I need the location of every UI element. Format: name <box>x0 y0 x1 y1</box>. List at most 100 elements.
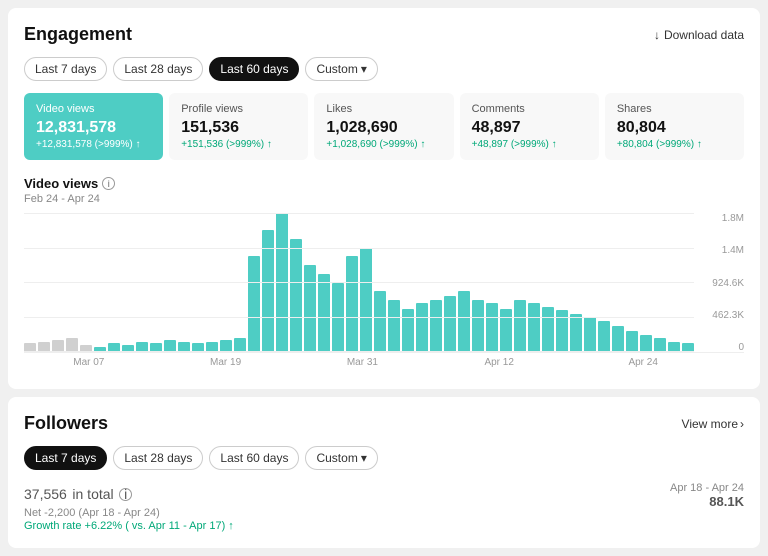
chart-title: Video views i <box>24 176 744 191</box>
chart-bar <box>640 335 652 352</box>
chart-bar <box>304 265 316 352</box>
filter-custom[interactable]: Custom ▾ <box>305 57 377 81</box>
y-label: 1.4M <box>699 245 744 256</box>
y-label: 462.3K <box>699 310 744 321</box>
metric-profile-views-change: +151,536 (>999%) ↑ <box>181 139 296 150</box>
chart-bar <box>38 342 50 352</box>
chart-bar <box>416 303 428 352</box>
chevron-right-icon: › <box>740 417 744 431</box>
chart-bar <box>584 317 596 352</box>
grid-line <box>24 282 694 283</box>
chevron-down-icon: ▾ <box>361 62 367 76</box>
x-label: Mar 07 <box>73 357 104 368</box>
chart-bar <box>500 309 512 352</box>
metric-shares-change: +80,804 (>999%) ↑ <box>617 139 732 150</box>
followers-header: Followers View more › <box>24 413 744 434</box>
metric-comments-change: +48,897 (>999%) ↑ <box>472 139 587 150</box>
engagement-title: Engagement <box>24 24 132 45</box>
metric-video-views-label: Video views <box>36 103 151 115</box>
followers-filter-7d[interactable]: Last 7 days <box>24 446 107 470</box>
metric-profile-views-value: 151,536 <box>181 119 296 137</box>
chart-bar <box>192 343 204 352</box>
chart-bar <box>570 314 582 352</box>
followers-filter-custom[interactable]: Custom ▾ <box>305 446 377 470</box>
engagement-chart: Mar 07Mar 19Mar 31Apr 12Apr 24 1.8M1.4M9… <box>24 213 744 373</box>
chart-bar <box>150 343 162 352</box>
chart-bar <box>598 321 610 352</box>
x-label: Apr 24 <box>628 357 657 368</box>
y-label: 1.8M <box>699 213 744 224</box>
chart-bar <box>136 342 148 352</box>
metric-video-views-change: +12,831,578 (>999%) ↑ <box>36 139 151 150</box>
chart-bar <box>486 303 498 352</box>
chart-bar <box>66 338 78 352</box>
download-button[interactable]: ↓ Download data <box>654 28 744 42</box>
followers-main-value: 37,556 in total i <box>24 482 132 504</box>
followers-net: Net -2,200 (Apr 18 - Apr 24) <box>24 507 234 519</box>
chart-bar <box>444 296 456 352</box>
y-label: 924.6K <box>699 278 744 289</box>
engagement-header: Engagement ↓ Download data <box>24 24 744 45</box>
chart-section: Video views i Feb 24 - Apr 24 <box>24 176 744 373</box>
x-label: Mar 19 <box>210 357 241 368</box>
chart-bar <box>402 309 414 352</box>
metrics-row: Video views 12,831,578 +12,831,578 (>999… <box>24 93 744 160</box>
metric-likes: Likes 1,028,690 +1,028,690 (>999%) ↑ <box>314 93 453 160</box>
metric-likes-value: 1,028,690 <box>326 119 441 137</box>
chart-bar <box>542 307 554 352</box>
metric-likes-change: +1,028,690 (>999%) ↑ <box>326 139 441 150</box>
followers-filter-28d[interactable]: Last 28 days <box>113 446 203 470</box>
metric-shares-label: Shares <box>617 103 732 115</box>
chart-bar <box>220 340 232 352</box>
chart-bar <box>458 291 470 352</box>
followers-title: Followers <box>24 413 108 434</box>
followers-date-range: Apr 18 - Apr 24 <box>670 482 744 494</box>
view-more-button[interactable]: View more › <box>682 417 744 431</box>
page: Engagement ↓ Download data Last 7 days L… <box>0 0 768 556</box>
chart-bar <box>332 283 344 353</box>
metric-comments: Comments 48,897 +48,897 (>999%) ↑ <box>460 93 599 160</box>
followers-stats: 37,556 in total i Net -2,200 (Apr 18 - A… <box>24 482 744 532</box>
chart-bar <box>472 300 484 352</box>
chart-bar <box>374 291 386 352</box>
followers-left: 37,556 in total i Net -2,200 (Apr 18 - A… <box>24 482 234 532</box>
filter-28d[interactable]: Last 28 days <box>113 57 203 81</box>
chart-date-range: Feb 24 - Apr 24 <box>24 193 744 205</box>
chart-bar <box>556 310 568 352</box>
chart-bar <box>108 343 120 352</box>
followers-card: Followers View more › Last 7 days Last 2… <box>8 397 760 548</box>
filter-7d[interactable]: Last 7 days <box>24 57 107 81</box>
engagement-filters: Last 7 days Last 28 days Last 60 days Cu… <box>24 57 744 81</box>
grid-line <box>24 213 694 214</box>
filter-60d[interactable]: Last 60 days <box>209 57 299 81</box>
y-label: 0 <box>699 342 744 353</box>
x-labels: Mar 07Mar 19Mar 31Apr 12Apr 24 <box>24 357 744 373</box>
chart-bar <box>682 343 694 352</box>
chart-bar <box>346 256 358 352</box>
metric-profile-views-label: Profile views <box>181 103 296 115</box>
y-axis: 1.8M 1.4M 924.6K 462.3K 0 <box>699 213 744 353</box>
bars-area <box>24 213 744 353</box>
followers-filter-60d[interactable]: Last 60 days <box>209 446 299 470</box>
download-icon: ↓ <box>654 28 660 42</box>
metric-comments-label: Comments <box>472 103 587 115</box>
chart-bar <box>206 342 218 352</box>
chart-bar <box>94 347 106 352</box>
chart-bar <box>360 248 372 352</box>
chart-bar <box>626 331 638 352</box>
x-label: Apr 12 <box>484 357 513 368</box>
followers-filters: Last 7 days Last 28 days Last 60 days Cu… <box>24 446 744 470</box>
chevron-down-icon: ▾ <box>361 451 367 465</box>
chart-bar <box>80 345 92 352</box>
chart-bar <box>24 343 36 352</box>
followers-info-icon: i <box>119 488 132 501</box>
chart-bar <box>290 239 302 352</box>
chart-bar <box>388 300 400 352</box>
followers-growth: Growth rate +6.22% ( vs. Apr 11 - Apr 17… <box>24 520 234 532</box>
chart-bar <box>514 300 526 352</box>
metric-video-views: Video views 12,831,578 +12,831,578 (>999… <box>24 93 163 160</box>
info-icon: i <box>102 177 115 190</box>
metric-shares-value: 80,804 <box>617 119 732 137</box>
chart-inner: Mar 07Mar 19Mar 31Apr 12Apr 24 <box>24 213 744 373</box>
engagement-card: Engagement ↓ Download data Last 7 days L… <box>8 8 760 389</box>
